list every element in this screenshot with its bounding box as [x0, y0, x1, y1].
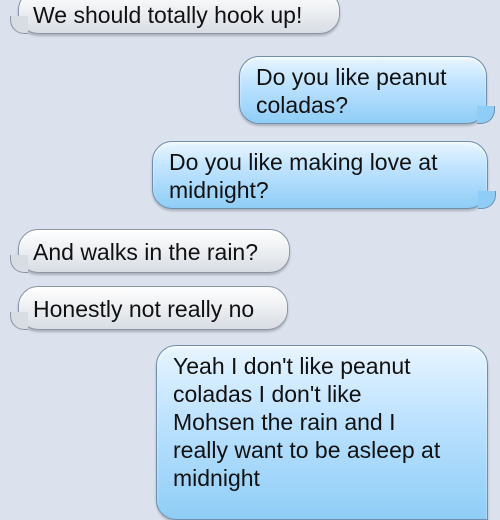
- message-text: Do you like peanut coladas?: [256, 64, 447, 118]
- bubble-tail: [478, 191, 496, 209]
- outgoing-message-bubble[interactable]: Do you like making love at midnight?: [152, 141, 496, 209]
- bubble-tail: [10, 16, 28, 34]
- message-text: And walks in the rain?: [33, 239, 259, 265]
- incoming-message-bubble[interactable]: And walks in the rain?: [10, 229, 290, 273]
- incoming-message-bubble[interactable]: We should totally hook up!: [10, 0, 340, 34]
- message-text: Honestly not really no: [33, 296, 255, 322]
- outgoing-message-bubble[interactable]: Do you like peanut coladas?: [239, 56, 495, 124]
- bubble-tail: [10, 312, 28, 330]
- bubble-tail: [477, 106, 495, 124]
- incoming-message-bubble[interactable]: Honestly not really no: [10, 286, 288, 330]
- outgoing-message-bubble[interactable]: Yeah I don't like peanut coladas I don't…: [156, 345, 488, 520]
- message-text: We should totally hook up!: [33, 2, 303, 28]
- bubble-tail: [10, 255, 28, 273]
- message-text: Yeah I don't like peanut coladas I don't…: [173, 353, 441, 491]
- message-thread: We should totally hook up! Do you like p…: [0, 0, 500, 520]
- message-text: Do you like making love at midnight?: [169, 149, 438, 203]
